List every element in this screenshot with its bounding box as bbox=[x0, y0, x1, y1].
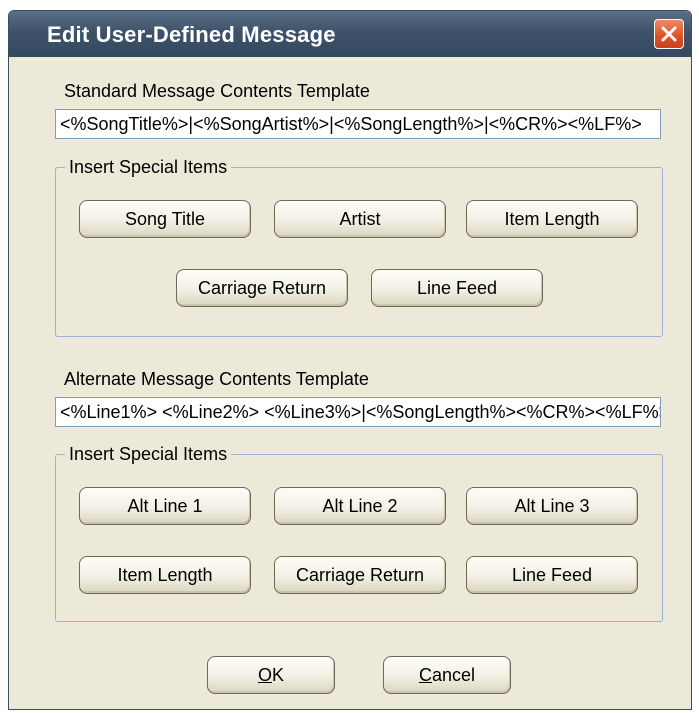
alt-item-length-button[interactable]: Item Length bbox=[79, 556, 251, 594]
ok-label-rest: K bbox=[272, 664, 285, 685]
standard-insert-group-title: Insert Special Items bbox=[69, 157, 228, 177]
ok-button[interactable]: OK bbox=[207, 656, 335, 694]
item-length-button[interactable]: Item Length bbox=[466, 200, 638, 238]
alternate-insert-group: Insert Special Items bbox=[55, 444, 663, 622]
standard-template-input[interactable]: <%SongTitle%>|<%SongArtist%>|<%SongLengt… bbox=[55, 109, 661, 139]
alternate-template-label: Alternate Message Contents Template bbox=[64, 369, 369, 389]
title-bar[interactable]: Edit User-Defined Message bbox=[9, 11, 691, 57]
alt-line-2-button[interactable]: Alt Line 2 bbox=[274, 487, 446, 525]
alternate-template-input[interactable]: <%Line1%> <%Line2%> <%Line3%>|<%SongLeng… bbox=[55, 397, 661, 427]
artist-button[interactable]: Artist bbox=[274, 200, 446, 238]
carriage-return-button[interactable]: Carriage Return bbox=[176, 269, 348, 307]
line-feed-button[interactable]: Line Feed bbox=[371, 269, 543, 307]
close-button[interactable] bbox=[654, 19, 684, 49]
standard-insert-group: Insert Special Items bbox=[55, 157, 663, 337]
song-title-button[interactable]: Song Title bbox=[79, 200, 251, 238]
alternate-insert-group-title: Insert Special Items bbox=[69, 444, 228, 464]
standard-template-label: Standard Message Contents Template bbox=[64, 81, 370, 101]
dialog-window: Edit User-Defined Message Standard Messa… bbox=[8, 10, 692, 710]
cancel-button[interactable]: Cancel bbox=[383, 656, 511, 694]
alt-line-3-button[interactable]: Alt Line 3 bbox=[466, 487, 638, 525]
cancel-mnemonic: C bbox=[418, 664, 432, 685]
close-icon bbox=[661, 26, 677, 42]
alt-carriage-return-button[interactable]: Carriage Return bbox=[274, 556, 446, 594]
alt-line-1-button[interactable]: Alt Line 1 bbox=[79, 487, 251, 525]
ok-mnemonic: O bbox=[257, 664, 272, 685]
alt-line-feed-button[interactable]: Line Feed bbox=[466, 556, 638, 594]
cancel-label-rest: ancel bbox=[431, 664, 476, 685]
window-title: Edit User-Defined Message bbox=[47, 22, 336, 47]
